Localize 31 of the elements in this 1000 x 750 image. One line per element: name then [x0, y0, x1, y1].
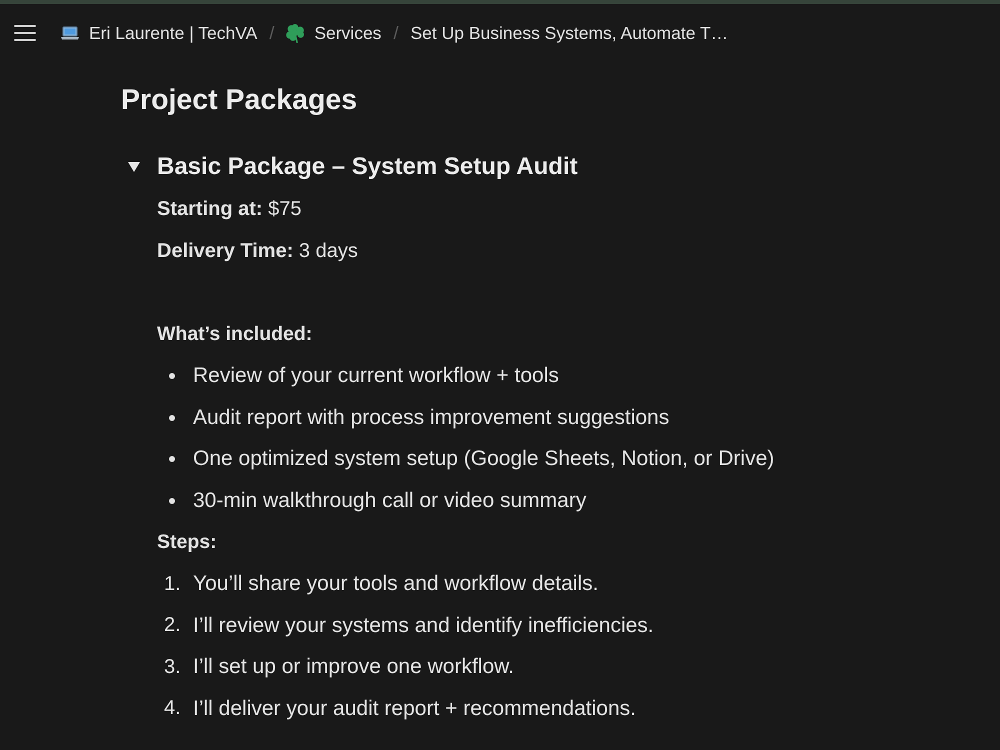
bullet-icon — [169, 414, 175, 421]
bullet-icon — [169, 456, 175, 462]
step-text: I’ll review your systems and identify inefficiencies. — [193, 614, 654, 638]
step-text: I’ll set up or improve one workflow. — [193, 655, 514, 680]
shamrock-icon — [286, 24, 304, 42]
breadcrumb-link[interactable]: Services — [286, 22, 382, 44]
list-item-text: Review of your current workflow + tools — [193, 364, 559, 388]
breadcrumb-link[interactable]: Eri Laurente | TechVA — [61, 22, 258, 44]
breadcrumb-separator: / — [393, 22, 398, 44]
menu-button[interactable] — [14, 24, 36, 42]
step-number: 1. — [164, 572, 181, 596]
step-number: 4. — [164, 697, 181, 720]
step-text: I’ll deliver your audit report + recommendations. — [193, 696, 636, 721]
step-text: You’ll share your tools and workflow details. — [193, 572, 598, 596]
section-label: What’s included: — [157, 323, 312, 346]
step-number: 3. — [164, 656, 181, 679]
breadcrumb-separator: / — [269, 22, 274, 44]
section-label: Steps: — [157, 531, 217, 554]
breadcrumb-link[interactable]: Set Up Business Systems, Automate T… — [410, 22, 728, 44]
page-title: Project Packages — [121, 83, 358, 118]
menu-icon — [14, 24, 36, 42]
list-item-text: One optimized system setup (Google Sheets, Notion, or Drive) — [193, 447, 774, 472]
bullet-icon — [169, 373, 175, 380]
step-number: 2. — [164, 614, 181, 638]
detail-text: Delivery Time: 3 days — [157, 240, 358, 263]
list-item-text: 30-min walkthrough call or video summary — [193, 488, 586, 513]
detail-text: Starting at: $75 — [157, 198, 302, 222]
toggle-heading: Basic Package – System Setup Audit — [157, 152, 578, 182]
laptop-icon — [61, 26, 79, 40]
list-item-text: Audit report with process improvement suggestions — [193, 406, 670, 430]
bullet-icon — [169, 498, 175, 504]
